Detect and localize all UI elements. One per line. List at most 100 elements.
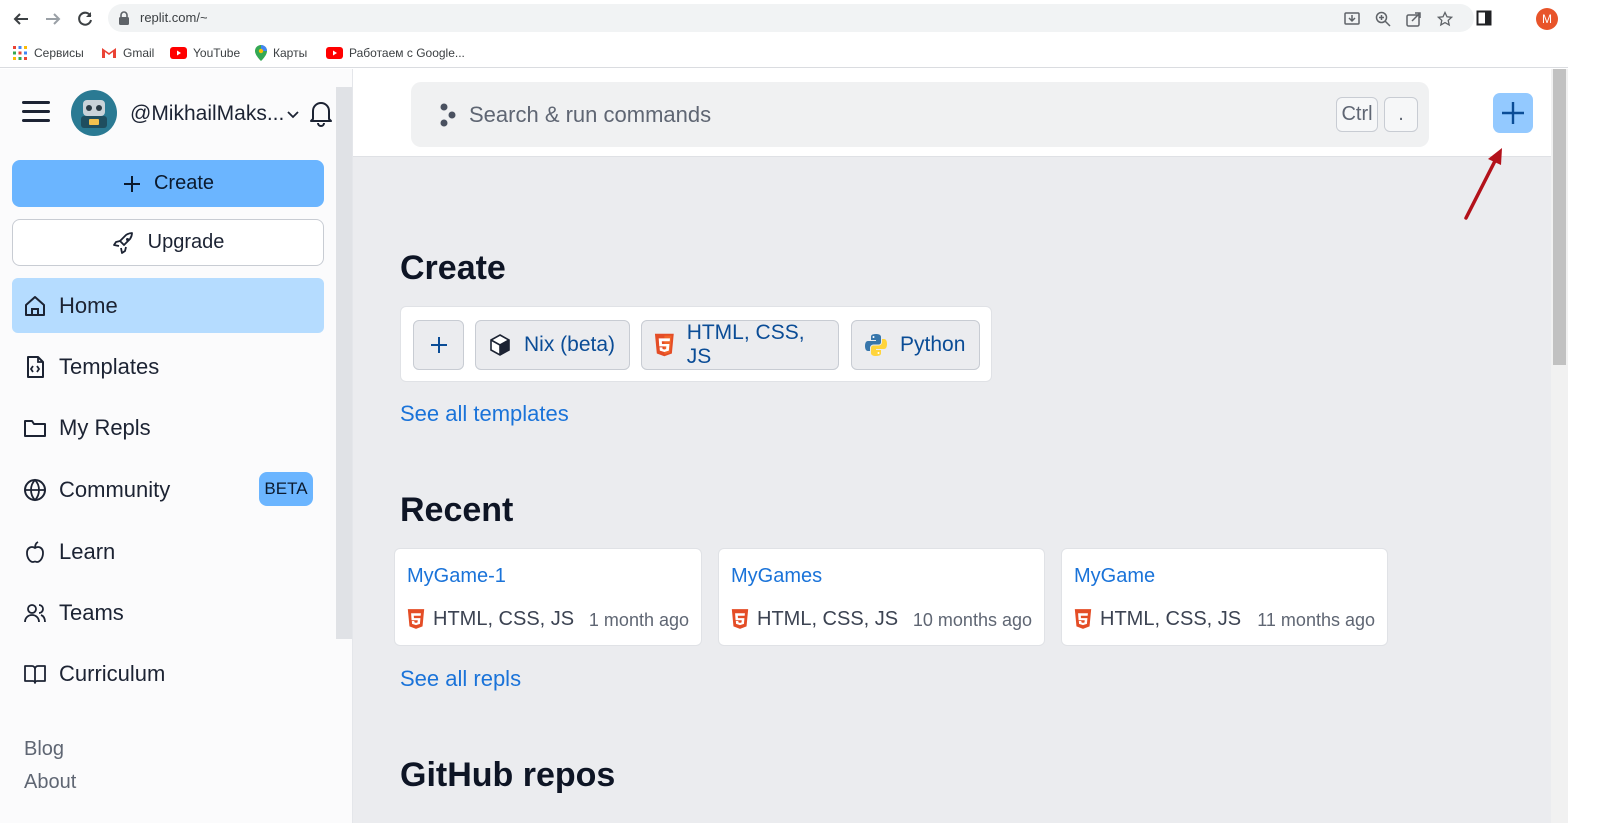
template-nix-button[interactable]: Nix (beta) bbox=[475, 320, 630, 370]
sidebar-item-label: Home bbox=[59, 292, 118, 318]
reload-icon[interactable] bbox=[74, 8, 96, 30]
bookmark-google-work[interactable]: Работаем с Google... bbox=[326, 44, 465, 62]
repl-language-label: HTML, CSS, JS bbox=[757, 607, 899, 630]
create-heading: Create bbox=[400, 249, 506, 287]
apple-icon bbox=[22, 539, 48, 565]
forward-icon[interactable] bbox=[42, 8, 64, 30]
sidebar-item-label: Learn bbox=[59, 538, 116, 564]
bell-icon[interactable] bbox=[308, 99, 334, 127]
main-content bbox=[353, 69, 1551, 823]
address-bar[interactable]: replit.com/~ bbox=[108, 4, 1474, 32]
window-edge bbox=[1568, 0, 1599, 823]
search-placeholder: Search & run commands bbox=[469, 102, 712, 127]
bookmark-label: YouTube bbox=[193, 46, 241, 60]
page-scrollbar-thumb[interactable] bbox=[1553, 69, 1566, 365]
sidebar-item-home[interactable]: Home bbox=[12, 278, 324, 333]
template-html-button[interactable]: HTML, CSS, JS bbox=[641, 320, 839, 370]
nix-cube-icon bbox=[490, 334, 510, 356]
youtube-icon bbox=[170, 47, 187, 59]
bookmarks-bar: Сервисы Gmail YouTube Карты Работаем с G… bbox=[0, 36, 1599, 68]
chevron-down-icon[interactable] bbox=[285, 106, 301, 122]
repl-language: HTML, CSS, JS bbox=[731, 607, 898, 631]
command-icon bbox=[440, 103, 456, 127]
avatar[interactable] bbox=[71, 90, 117, 136]
shortcut-key-period: . bbox=[1384, 97, 1418, 132]
file-code-icon bbox=[22, 354, 48, 380]
youtube-icon bbox=[326, 47, 343, 59]
repl-time: 1 month ago bbox=[588, 610, 689, 630]
repl-time: 11 months ago bbox=[1257, 610, 1375, 630]
search-input[interactable]: Search & run commands Ctrl . bbox=[411, 82, 1429, 147]
plus-icon bbox=[1502, 102, 1524, 124]
folder-icon bbox=[22, 415, 48, 441]
sidebar-item-teams[interactable]: Teams bbox=[12, 585, 324, 640]
sidebar-scrollbar[interactable] bbox=[336, 87, 352, 639]
about-link[interactable]: About bbox=[24, 771, 76, 794]
username[interactable]: @MikhailMaks... bbox=[130, 102, 284, 126]
bookmark-maps[interactable]: Карты bbox=[255, 44, 307, 62]
sidebar-item-label: My Repls bbox=[59, 414, 151, 440]
bookmark-gmail[interactable]: Gmail bbox=[101, 44, 154, 62]
sidebar-item-label: Templates bbox=[59, 353, 160, 379]
shortcut-key-ctrl: Ctrl bbox=[1336, 97, 1378, 132]
template-label: Python bbox=[900, 333, 966, 356]
bookmark-label: Сервисы bbox=[34, 46, 84, 60]
globe-icon bbox=[22, 477, 48, 503]
create-repl-button[interactable] bbox=[1493, 93, 1533, 133]
sidebar-item-curriculum[interactable]: Curriculum bbox=[12, 646, 324, 701]
see-all-repls-link[interactable]: See all repls bbox=[400, 666, 521, 692]
upgrade-button[interactable]: Upgrade bbox=[12, 219, 324, 266]
sidebar-item-label: Teams bbox=[59, 599, 124, 625]
users-icon bbox=[22, 600, 48, 626]
apps-grid-icon bbox=[13, 46, 27, 60]
sidebar-item-learn[interactable]: Learn bbox=[12, 524, 324, 579]
beta-badge: BETA bbox=[259, 472, 313, 506]
bookmark-label: Gmail bbox=[123, 46, 155, 60]
sidebar-item-community[interactable]: Community BETA bbox=[12, 462, 324, 517]
repl-time: 10 months ago bbox=[912, 610, 1032, 630]
recent-heading: Recent bbox=[400, 491, 514, 529]
bookmark-label: Работаем с Google... bbox=[349, 46, 465, 60]
repl-title[interactable]: MyGame-1 bbox=[407, 565, 506, 588]
annotation-arrow-icon bbox=[1464, 148, 1502, 220]
python-icon bbox=[865, 334, 887, 356]
repl-language-label: HTML, CSS, JS bbox=[433, 607, 575, 630]
side-panel-icon[interactable] bbox=[1474, 8, 1494, 28]
html5-icon bbox=[1074, 609, 1092, 629]
repl-title[interactable]: MyGames bbox=[731, 565, 822, 588]
rocket-icon bbox=[112, 231, 133, 254]
placeholder-spacer bbox=[1537, 8, 1557, 28]
plus-icon bbox=[123, 175, 140, 192]
see-all-templates-link[interactable]: See all templates bbox=[400, 401, 569, 427]
share-icon[interactable] bbox=[1405, 10, 1423, 28]
maps-pin-icon bbox=[255, 45, 267, 61]
sidebar-item-templates[interactable]: Templates bbox=[12, 339, 324, 394]
template-python-button[interactable]: Python bbox=[851, 320, 980, 370]
html5-icon bbox=[731, 609, 749, 629]
bookmark-star-icon[interactable] bbox=[1436, 10, 1454, 28]
repl-card[interactable]: MyGames HTML, CSS, JS 10 months ago bbox=[718, 548, 1045, 646]
sidebar-item-label: Community bbox=[59, 476, 171, 502]
repl-language-label: HTML, CSS, JS bbox=[1100, 607, 1242, 630]
back-icon[interactable] bbox=[10, 8, 32, 30]
create-button[interactable]: Create bbox=[12, 160, 324, 207]
template-label: HTML, CSS, JS bbox=[686, 321, 805, 368]
robot-avatar-icon bbox=[81, 100, 107, 128]
home-icon bbox=[22, 293, 48, 319]
sidebar-item-label: Curriculum bbox=[59, 660, 166, 686]
repl-title[interactable]: MyGame bbox=[1074, 565, 1155, 588]
create-button-label: Create bbox=[153, 172, 215, 194]
repl-card[interactable]: MyGame HTML, CSS, JS 11 months ago bbox=[1061, 548, 1388, 646]
zoom-icon[interactable] bbox=[1374, 10, 1392, 28]
repl-card[interactable]: MyGame-1 HTML, CSS, JS 1 month ago bbox=[394, 548, 702, 646]
plus-icon bbox=[430, 337, 447, 353]
bookmark-youtube[interactable]: YouTube bbox=[170, 44, 240, 62]
template-new-button[interactable] bbox=[413, 320, 464, 370]
upgrade-button-label: Upgrade bbox=[147, 231, 225, 253]
menu-icon[interactable] bbox=[22, 101, 50, 123]
bookmark-services[interactable]: Сервисы bbox=[12, 44, 84, 62]
template-label: Nix (beta) bbox=[524, 333, 616, 356]
install-app-icon[interactable] bbox=[1343, 10, 1361, 28]
sidebar-item-my-repls[interactable]: My Repls bbox=[12, 400, 324, 455]
blog-link[interactable]: Blog bbox=[24, 738, 64, 761]
